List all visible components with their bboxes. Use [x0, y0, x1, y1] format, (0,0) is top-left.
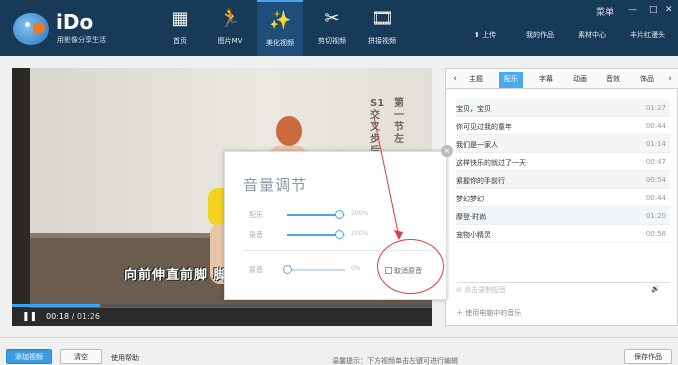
clear-button[interactable]: 清空 — [60, 349, 102, 364]
red-annotation-arrow — [373, 116, 403, 240]
help-link[interactable]: 使用帮助 — [111, 353, 139, 363]
red-annotation-circle — [377, 239, 444, 294]
bottom-bar: 添加视频 清空 使用帮助 温馨提示：下方视频单击左键可进行编辑 保存作品 — [0, 337, 678, 365]
save-work-button[interactable]: 保存作品 — [624, 349, 672, 364]
add-video-button[interactable]: 添加视频 — [6, 349, 52, 364]
hint-text: 温馨提示：下方视频单击左键可进行编辑 — [332, 357, 458, 365]
